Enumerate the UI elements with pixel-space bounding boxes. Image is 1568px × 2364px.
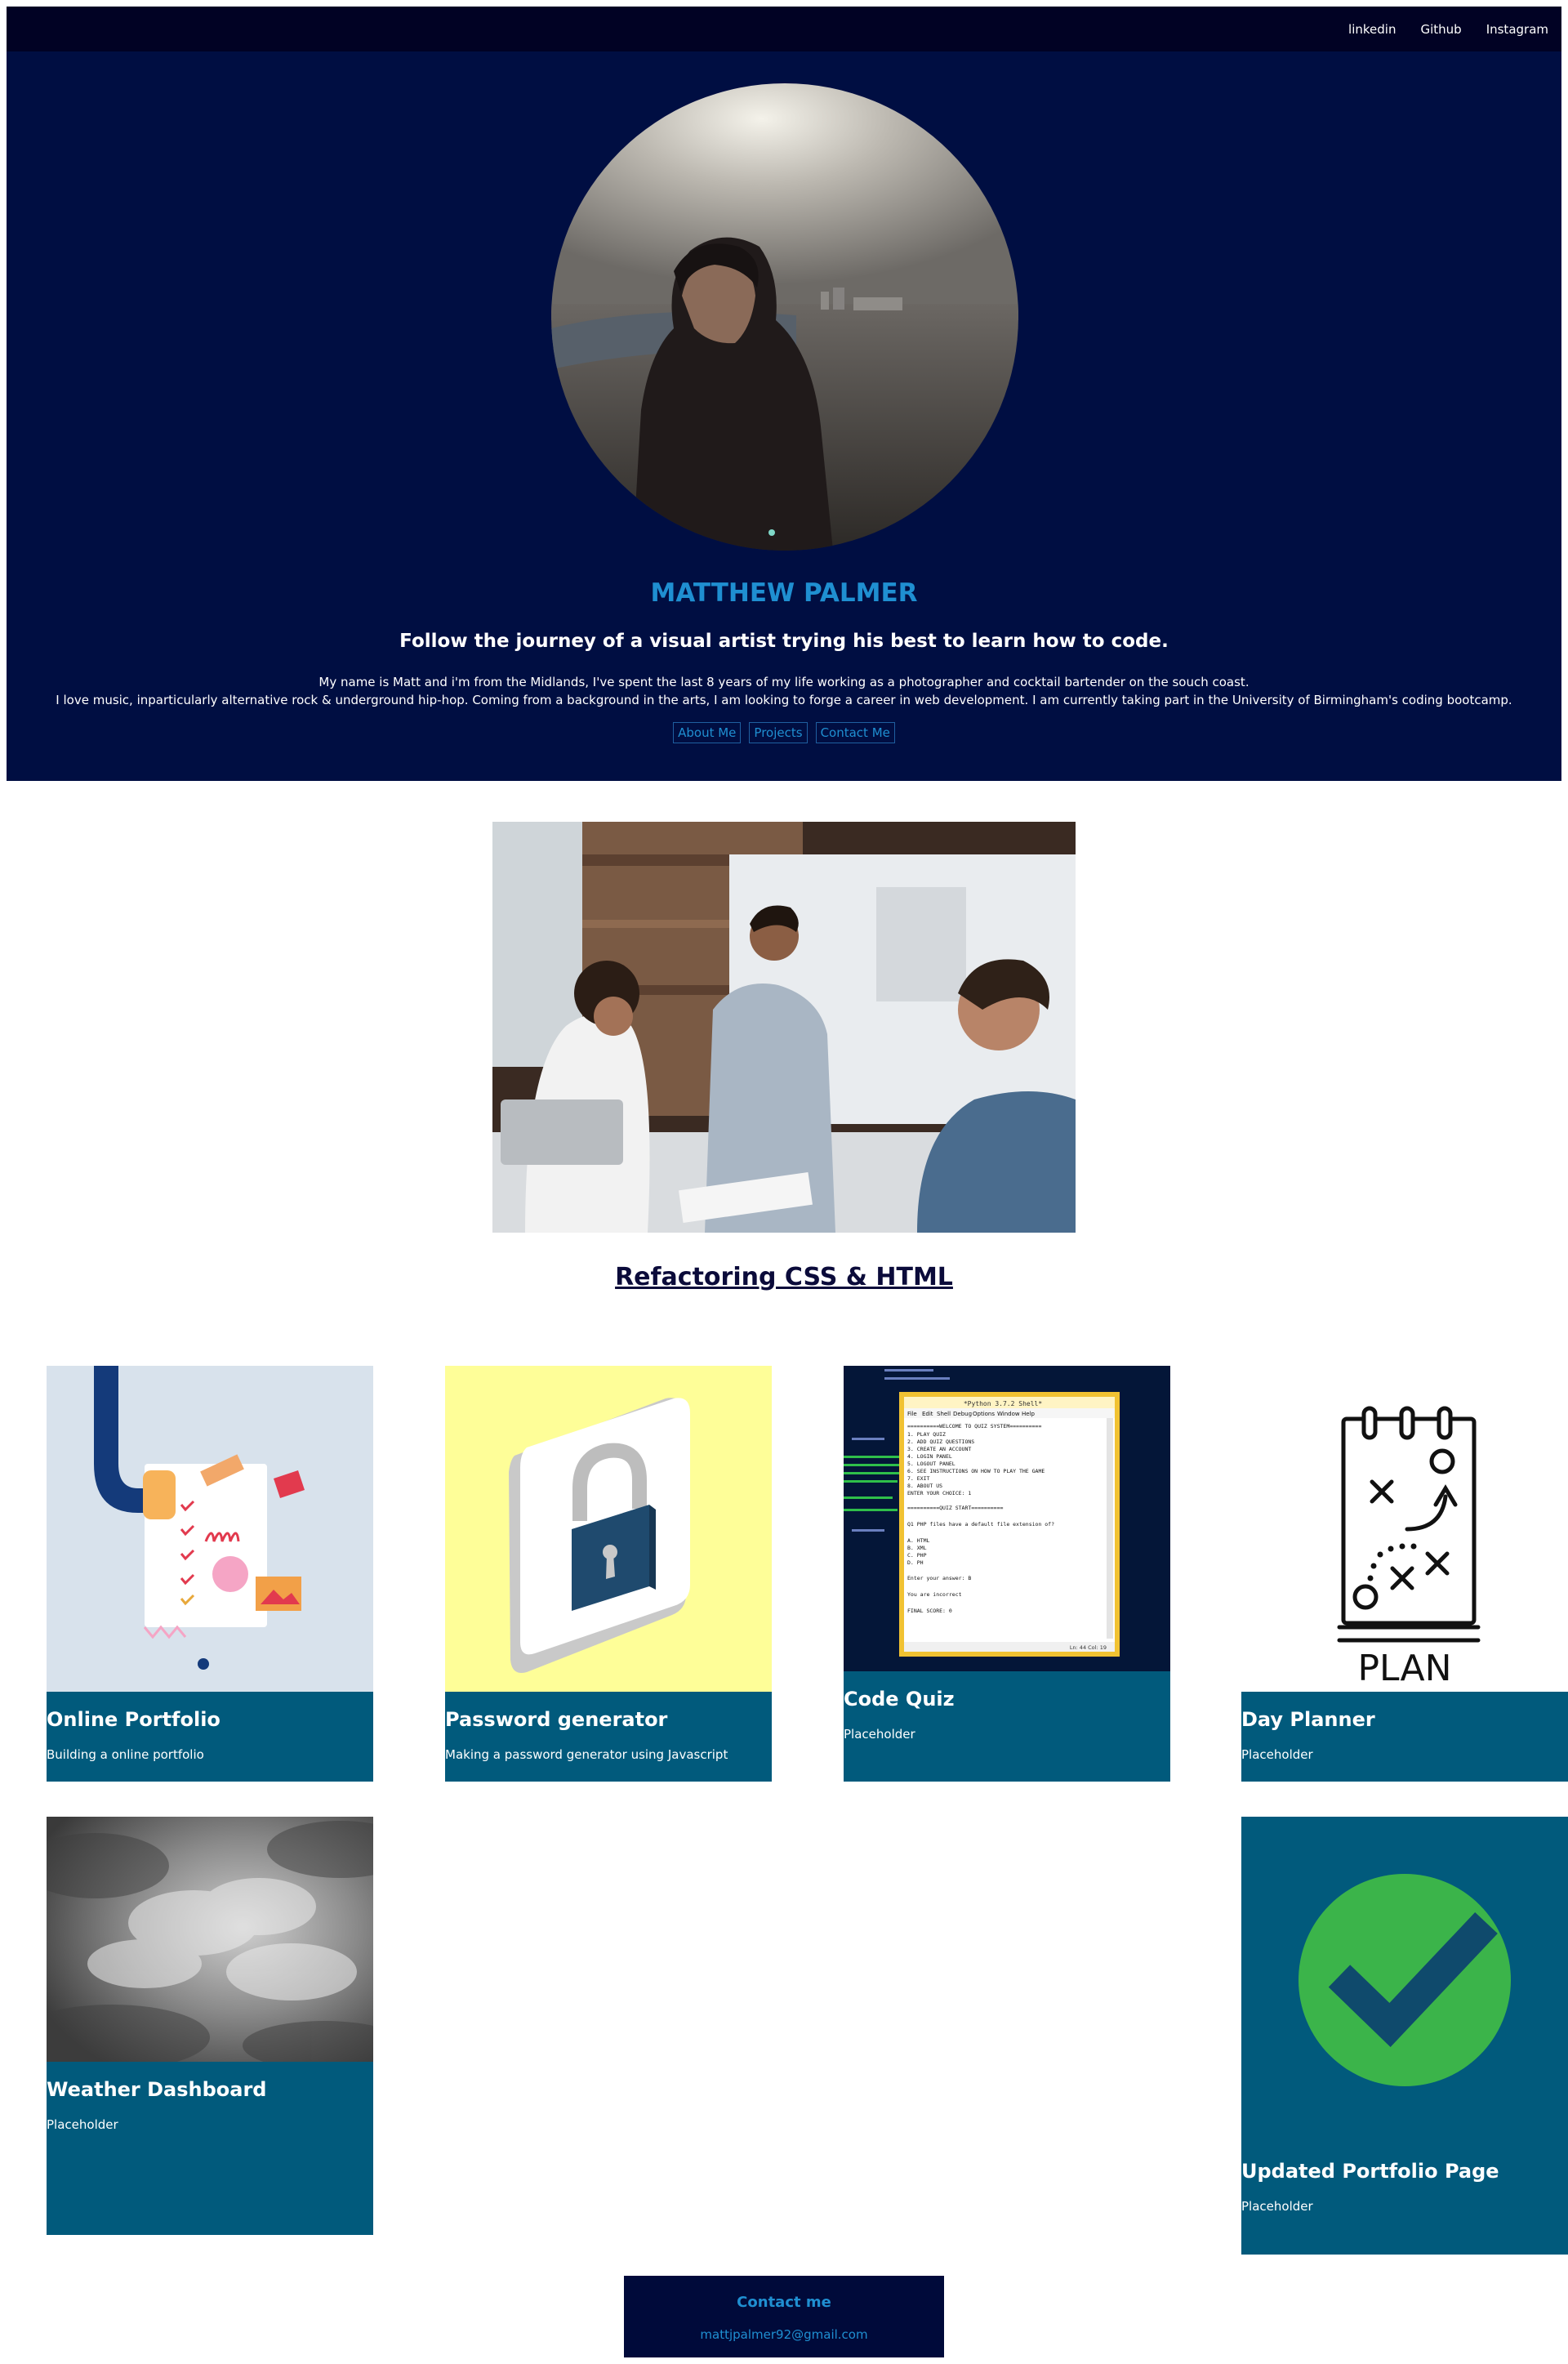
svg-text:1. PLAY QUIZ: 1. PLAY QUIZ — [907, 1431, 946, 1438]
python-shell-screenshot-icon: *Python 3.7.2 Shell* File Edit Shell Deb… — [844, 1366, 1170, 1671]
about-me-button[interactable]: About Me — [673, 722, 742, 743]
contact-section: Contact me mattjpalmer92@gmail.com — [624, 2276, 944, 2357]
bio-line-2: I love music, inparticularly alternative… — [56, 693, 1512, 707]
contact-email-link[interactable]: mattjpalmer92@gmail.com — [624, 2327, 944, 2342]
card-desc: Placeholder — [1241, 2199, 1313, 2214]
project-card-day-planner[interactable]: PLAN Day Planner Placeholder — [1241, 1366, 1568, 1782]
svg-text:4. LOGIN PANEL: 4. LOGIN PANEL — [907, 1453, 952, 1460]
feature-title[interactable]: Refactoring CSS & HTML — [0, 1263, 1568, 1291]
svg-text:2. ADD QUIZ QUESTIONS: 2. ADD QUIZ QUESTIONS — [907, 1438, 974, 1445]
svg-text:==========QUIZ START==========: ==========QUIZ START========== — [907, 1505, 1003, 1511]
svg-text:File: File — [907, 1411, 917, 1417]
card-desc: Building a online portfolio — [47, 1747, 204, 1762]
svg-text:3. CREATE AN ACCOUNT: 3. CREATE AN ACCOUNT — [907, 1446, 971, 1452]
social-links: linkedin Github Instagram — [1348, 7, 1548, 51]
card-desc: Placeholder — [844, 1727, 915, 1742]
svg-text:Edit: Edit — [922, 1411, 933, 1417]
checkmark-icon — [1241, 1817, 1568, 2143]
project-card-code-quiz[interactable]: *Python 3.7.2 Shell* File Edit Shell Deb… — [844, 1366, 1170, 1782]
tagline: Follow the journey of a visual artist tr… — [399, 631, 1169, 652]
card-caption: Updated Portfolio Page Placeholder — [1241, 2143, 1568, 2255]
contact-title: Contact me — [737, 2294, 831, 2311]
card-caption: Code Quiz Placeholder — [844, 1671, 1170, 1782]
card-desc: Making a password generator using Javasc… — [445, 1747, 728, 1762]
svg-text:A. HTML: A. HTML — [907, 1537, 929, 1544]
card-desc: Placeholder — [47, 2117, 118, 2132]
svg-text:6. SEE INSTRUCTIONS ON HOW TO: 6. SEE INSTRUCTIONS ON HOW TO PLAY THE G… — [907, 1468, 1045, 1474]
card-caption: Online Portfolio Building a online portf… — [47, 1692, 373, 1782]
github-link[interactable]: Github — [1420, 22, 1461, 37]
svg-text:Help: Help — [1022, 1411, 1036, 1417]
padlock-illustration-icon — [445, 1366, 772, 1692]
svg-text:Options: Options — [973, 1411, 995, 1417]
card-caption: Weather Dashboard Placeholder — [47, 2062, 373, 2235]
svg-text:ENTER YOUR CHOICE: 1: ENTER YOUR CHOICE: 1 — [907, 1490, 971, 1496]
hero-buttons: About Me Projects Contact Me — [7, 722, 1561, 743]
card-title: Weather Dashboard — [47, 2078, 267, 2101]
card-title: Password generator — [445, 1708, 668, 1731]
svg-text:FINAL SCORE: 0: FINAL SCORE: 0 — [907, 1608, 952, 1614]
contact-me-button[interactable]: Contact Me — [815, 722, 895, 743]
plan-calendar-icon: PLAN — [1241, 1366, 1568, 1692]
top-nav: linkedin Github Instagram — [7, 7, 1561, 51]
svg-text:8. ABOUT US: 8. ABOUT US — [907, 1483, 942, 1489]
svg-text:7. EXIT: 7. EXIT — [907, 1475, 929, 1482]
svg-text:Q1 PHP files have a default fi: Q1 PHP files have a default file extensi… — [907, 1521, 1054, 1528]
card-title: Online Portfolio — [47, 1708, 220, 1731]
projects-button[interactable]: Projects — [749, 722, 808, 743]
storm-clouds-photo-icon — [47, 1817, 373, 2062]
svg-text:D. PH: D. PH — [907, 1559, 924, 1566]
card-title: Updated Portfolio Page — [1241, 2160, 1499, 2183]
svg-text:B. XML: B. XML — [907, 1545, 927, 1551]
instagram-link[interactable]: Instagram — [1486, 22, 1548, 37]
linkedin-link[interactable]: linkedin — [1348, 22, 1396, 37]
team-meeting-photo[interactable] — [492, 822, 1076, 1233]
svg-text:Window: Window — [997, 1411, 1020, 1417]
bio: My name is Matt and i'm from the Midland… — [7, 673, 1561, 709]
hero-header: linkedin Github Instagram MATTHEW PALMER… — [7, 7, 1561, 781]
svg-text:Enter your answer: B: Enter your answer: B — [907, 1575, 971, 1581]
svg-text:==========WELCOME TO QUIZ SYST: ==========WELCOME TO QUIZ SYSTEM========… — [907, 1423, 1041, 1430]
svg-text:You are incorrect: You are incorrect — [907, 1591, 962, 1598]
project-card-updated-portfolio[interactable]: Updated Portfolio Page Placeholder — [1241, 1817, 1568, 2255]
checklist-illustration-icon — [47, 1366, 373, 1692]
shell-window-title: *Python 3.7.2 Shell* — [964, 1400, 1043, 1407]
svg-text:C. PHP: C. PHP — [907, 1552, 927, 1559]
card-title: Day Planner — [1241, 1708, 1375, 1731]
project-card-weather-dashboard[interactable]: Weather Dashboard Placeholder — [47, 1817, 373, 2235]
card-title: Code Quiz — [844, 1688, 955, 1711]
project-card-online-portfolio[interactable]: Online Portfolio Building a online portf… — [47, 1366, 373, 1782]
svg-text:Shell: Shell — [937, 1411, 951, 1417]
project-card-password-generator[interactable]: Password generator Making a password gen… — [445, 1366, 772, 1782]
card-desc: Placeholder — [1241, 1747, 1313, 1762]
svg-text:Debug: Debug — [953, 1411, 972, 1417]
svg-text:5. LOGOUT PANEL: 5. LOGOUT PANEL — [907, 1461, 956, 1467]
svg-text:Ln: 44 Col: 19: Ln: 44 Col: 19 — [1070, 1644, 1107, 1651]
card-caption: Password generator Making a password gen… — [445, 1692, 772, 1782]
card-caption: Day Planner Placeholder — [1241, 1692, 1568, 1782]
bio-line-1: My name is Matt and i'm from the Midland… — [318, 675, 1250, 689]
site-name: MATTHEW PALMER — [650, 578, 918, 608]
plan-label: PLAN — [1357, 1648, 1451, 1689]
profile-photo — [551, 83, 1018, 551]
page: linkedin Github Instagram MATTHEW PALMER… — [0, 0, 1568, 2364]
